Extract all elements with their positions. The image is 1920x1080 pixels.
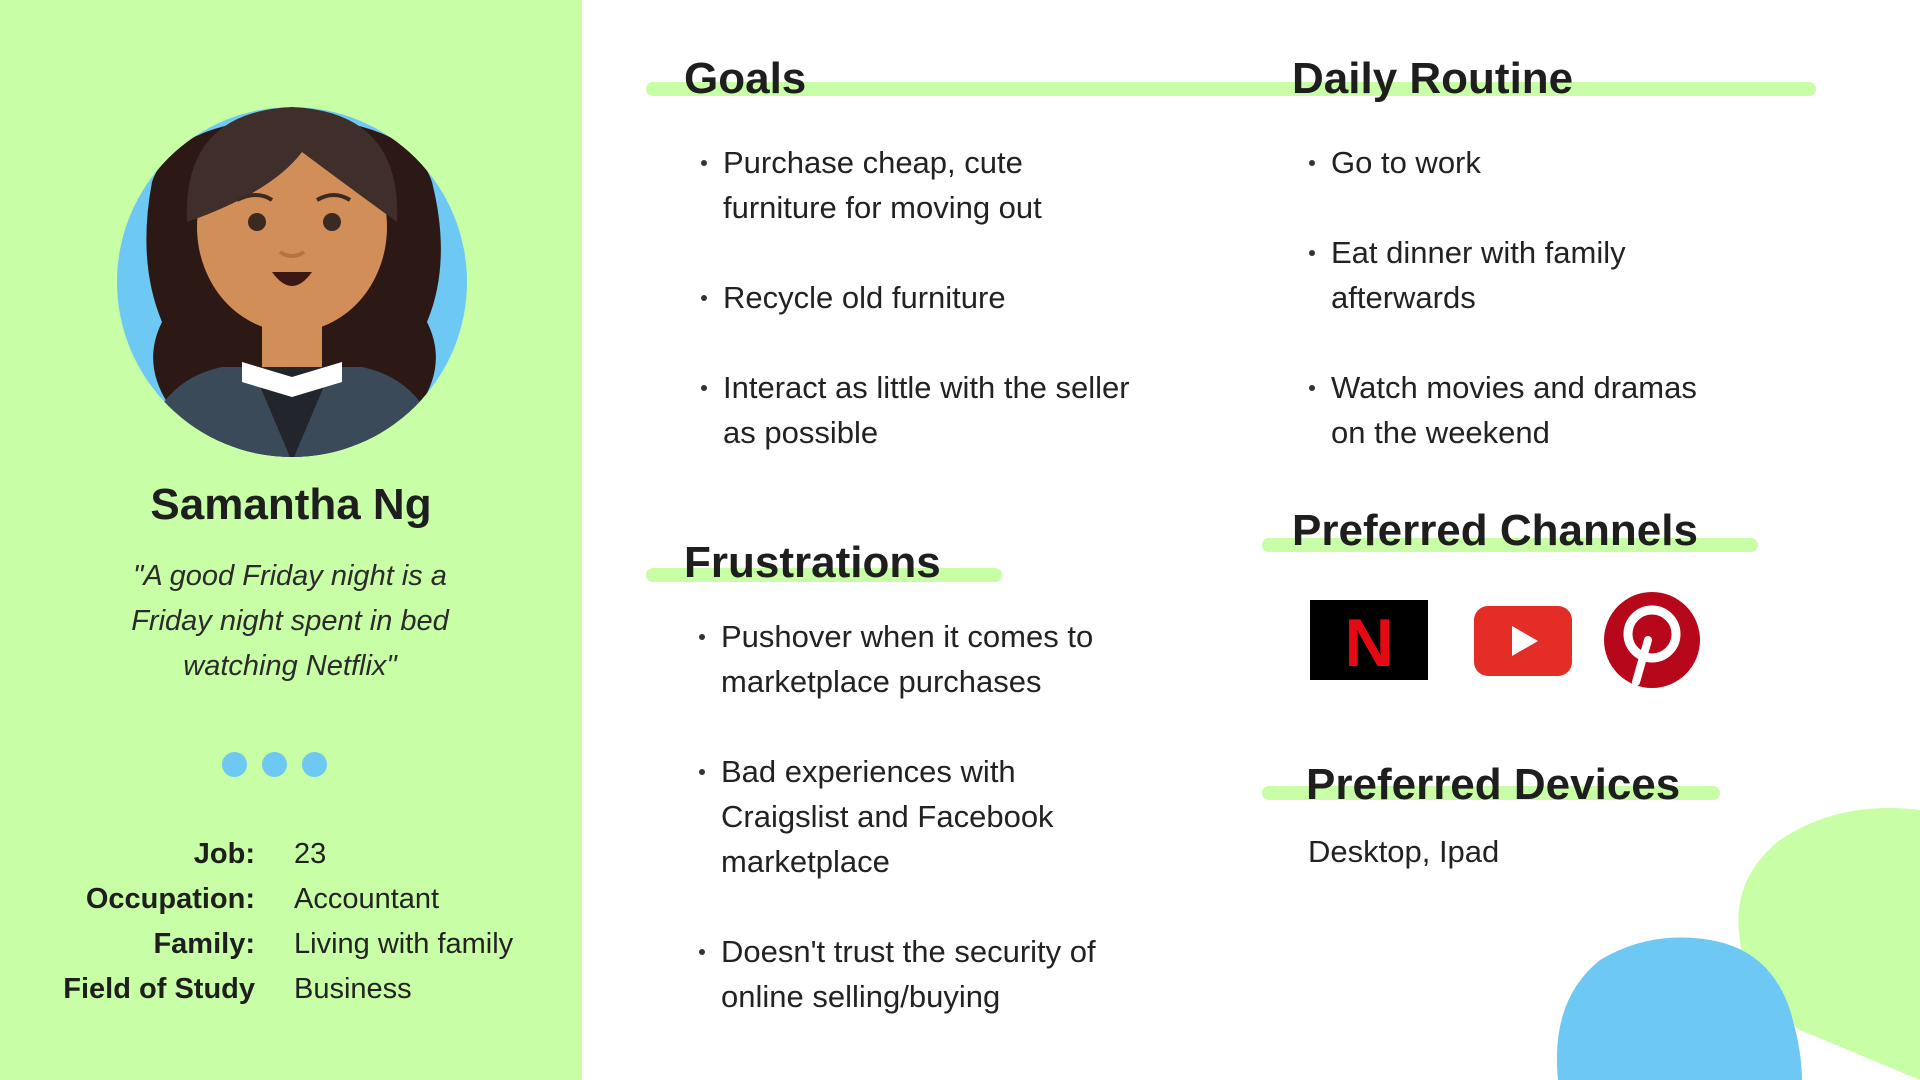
dot [302, 752, 327, 777]
fact-label: Occupation: [85, 883, 255, 915]
persona-quote: "A good Friday night is a Friday night s… [131, 560, 449, 682]
persona-name: Samantha Ng [150, 480, 432, 529]
fact-label: Field of Study [63, 973, 255, 1005]
netflix-icon[interactable]: N [1310, 600, 1428, 680]
persona-avatar [117, 107, 467, 457]
pinterest-icon[interactable] [1602, 590, 1702, 690]
fact-value: 23 [294, 838, 327, 870]
frustrations-heading: Frustrations [684, 538, 941, 587]
daily-routine-heading: Daily Routine [1292, 54, 1574, 103]
dot [222, 752, 247, 777]
fact-label: Family: [153, 928, 255, 960]
fact-value: Living with family [294, 928, 514, 960]
decorative-blobs [1556, 808, 1920, 1080]
list-item: Go to work [1304, 140, 1724, 185]
goals-list: Purchase cheap, cute furniture for movin… [696, 140, 1136, 455]
fact-value: Accountant [294, 883, 440, 915]
list-item: Bad experiences with Craigslist and Face… [694, 749, 1124, 884]
list-item: Pushover when it comes to marketplace pu… [694, 614, 1124, 704]
fact-value: Business [294, 973, 412, 1005]
pagination-dots [222, 752, 327, 777]
frustrations-list: Pushover when it comes to marketplace pu… [694, 614, 1124, 1019]
list-item: Doesn't trust the security of online sel… [694, 929, 1124, 1019]
list-item: Recycle old furniture [696, 275, 1136, 320]
goals-heading-underline [646, 82, 1816, 96]
preferred-devices-text: Desktop, Ipad [1308, 834, 1500, 869]
netflix-letter: N [1344, 605, 1393, 680]
daily-routine-list: Go to work Eat dinner with family afterw… [1304, 140, 1724, 455]
list-item: Purchase cheap, cute furniture for movin… [696, 140, 1136, 230]
list-item: Eat dinner with family afterwards [1304, 230, 1724, 320]
persona-sidebar: Samantha Ng "A good Friday night is a Fr… [0, 0, 582, 1080]
list-item: Watch movies and dramas on the weekend [1304, 365, 1724, 455]
goals-heading: Goals [684, 54, 807, 103]
fact-label: Job: [193, 838, 255, 870]
youtube-icon[interactable] [1474, 606, 1572, 676]
list-item: Interact as little with the seller as po… [696, 365, 1136, 455]
dot [262, 752, 287, 777]
preferred-channels-heading: Preferred Channels [1292, 506, 1698, 555]
